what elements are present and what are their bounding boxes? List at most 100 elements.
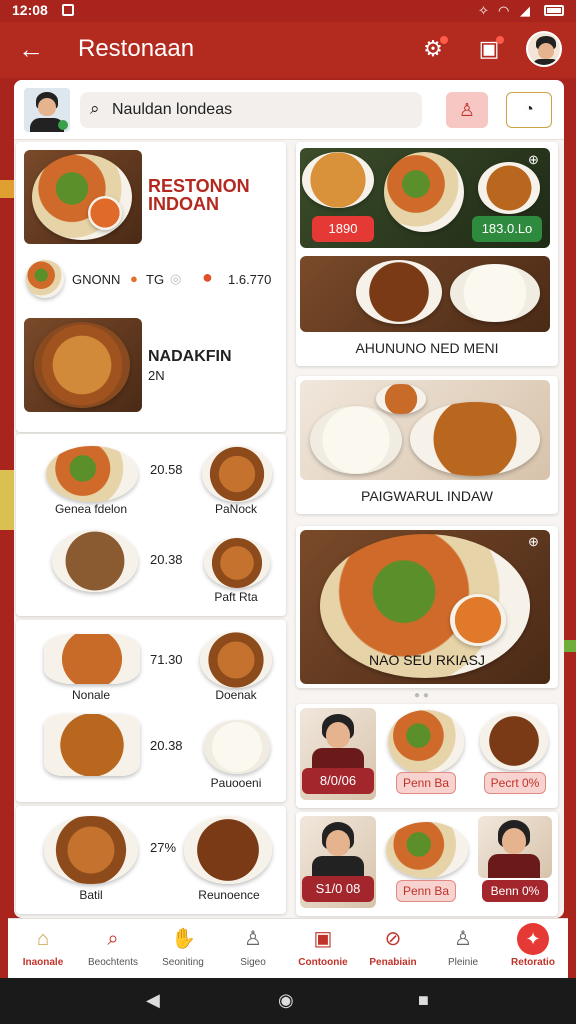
bottom-nav: ⌂ Inaonale ⌕ Beochtents ✋ Seoniting ♙ Si…	[8, 918, 568, 978]
page-title: Restonaan	[78, 35, 195, 62]
menu-card-3[interactable]: ⊕ NAO SEU RKIASJ	[296, 526, 558, 688]
dish-label: Doenak	[215, 688, 257, 702]
fire-icon: ●	[130, 271, 138, 286]
recents-icon[interactable]: ■	[418, 990, 429, 1011]
back-arrow-icon[interactable]: ←	[18, 34, 44, 64]
meta-value: 1.6.770	[228, 272, 272, 287]
dish-image[interactable]	[44, 816, 138, 884]
small-card-badge[interactable]: Penn Ba	[396, 772, 456, 794]
dish-image[interactable]	[44, 634, 140, 684]
dish-label: Genea fdelon	[54, 502, 128, 516]
nav-label: Contoonie	[298, 957, 348, 968]
menu-card-2[interactable]: PAIGWARUL INDAW	[296, 376, 558, 514]
battery-icon	[544, 5, 564, 16]
search-icon: ⌕	[107, 928, 119, 950]
nav-item-home[interactable]: ⌂ Inaonale	[8, 919, 78, 979]
search-input[interactable]	[112, 98, 412, 122]
chili-icon: ●	[202, 267, 213, 287]
dish-image[interactable]	[388, 710, 464, 774]
nav-label: Retoratio	[511, 957, 555, 968]
nav-item-pleinie[interactable]: ♙ Pleinie	[428, 919, 498, 979]
notification-icon	[62, 4, 74, 16]
dish-label: Reunoence	[198, 888, 260, 902]
dish-label: PaNock	[214, 502, 258, 516]
dish-image[interactable]	[204, 538, 270, 588]
home-circle-icon[interactable]: ◉	[278, 990, 294, 1011]
menu-photo	[300, 256, 550, 332]
hand-icon: ✋	[171, 928, 196, 950]
menu-card-title: NAO SEU RKIASJ	[369, 652, 485, 668]
dish-image[interactable]	[480, 712, 548, 770]
menu-card-1[interactable]: 1890 183.0.Lo ⊕ AHUNUNO NED MENI	[296, 142, 558, 366]
status-bar: 12:08 ✧ ◠ ◢	[0, 0, 576, 22]
small-card-badge[interactable]: 8/0/06	[302, 768, 374, 794]
meta-thumb	[26, 260, 64, 298]
small-cards-row-2: S1/0 08 Penn Ba Benn 0%	[296, 812, 558, 916]
dish-price: 20.38	[150, 738, 183, 753]
profile-avatar[interactable]	[526, 31, 562, 67]
dish-label: Pauooeni	[210, 776, 262, 790]
small-cards-row-1: 8/0/06 Penn Ba Pecrt 0%	[296, 704, 558, 808]
dish-price: 71.30	[150, 652, 183, 667]
search-box[interactable]: ⌕	[80, 92, 422, 128]
featured-panel[interactable]: RESTONON INDOAN GNONN ● TG ◎ ● 1.6.770 N…	[16, 142, 286, 432]
nav-item-search[interactable]: ⌕ Beochtents	[78, 919, 148, 979]
nav-item-seoniting[interactable]: ✋ Seoniting	[148, 919, 218, 979]
meta-name: GNONN	[72, 272, 121, 287]
small-card-badge[interactable]: Penn Ba	[396, 880, 456, 902]
dish-image[interactable]	[44, 714, 140, 776]
small-card-badge[interactable]: S1/0 08	[302, 876, 374, 902]
small-card-badge[interactable]: Benn 0%	[482, 880, 548, 902]
dish-image[interactable]	[52, 530, 138, 592]
grid-panel-2: 71.30 Nonale Doenak 20.38 Pauooeni	[16, 620, 286, 802]
carousel-dots[interactable]: ● ●	[414, 690, 429, 701]
status-time: 12:08	[12, 2, 48, 18]
featured-title-2: INDOAN	[148, 194, 219, 214]
chat-button[interactable]: ◔	[506, 92, 552, 128]
back-icon[interactable]: ◀	[146, 990, 160, 1011]
plate-icon: ✦	[517, 923, 549, 955]
user-avatar[interactable]	[24, 88, 70, 132]
menu-card-title: PAIGWARUL INDAW	[361, 488, 493, 504]
nav-item-penabiain[interactable]: ⊘ Penabiain	[358, 919, 428, 979]
dish-image[interactable]	[184, 816, 272, 884]
slash-circle-icon: ⊘	[384, 928, 402, 950]
dish-price: 20.38	[150, 552, 183, 567]
box-icon: ▣	[313, 928, 333, 950]
app-bar: ← Restonaan ⚙ ▣	[0, 22, 576, 78]
grid-panel-1: 20.58 Genea fdelon PaNock 20.38 Paft Rta	[16, 434, 286, 616]
small-card-badge[interactable]: Pecrt 0%	[484, 772, 546, 794]
search-row: ⌕ ♙ ◔	[14, 80, 564, 140]
person-icon: ♙	[454, 928, 472, 950]
signal-icon: ✧	[478, 3, 489, 18]
nav-item-sigeo[interactable]: ♙ Sigeo	[218, 919, 288, 979]
price-badge[interactable]: 1890	[312, 216, 374, 242]
staff-photo[interactable]	[478, 816, 552, 878]
system-nav-bar: ◀ ◉ ■	[0, 978, 576, 1024]
dish-image[interactable]	[200, 632, 272, 688]
dish-image[interactable]	[204, 720, 270, 774]
message-dot	[496, 36, 504, 44]
decor-stripe	[0, 470, 14, 530]
message-icon[interactable]: ▣	[474, 34, 504, 64]
dish-image[interactable]	[46, 446, 138, 502]
share-icon[interactable]: ⊕	[528, 534, 539, 550]
dish-price: 27%	[150, 840, 177, 855]
wifi-icon: ◠	[498, 3, 510, 18]
info-icon: ◎	[170, 271, 182, 286]
menu-photo	[300, 380, 550, 480]
settings-gear-icon[interactable]: ⚙	[418, 34, 448, 64]
dish-image[interactable]	[386, 822, 468, 878]
dish-label: Paft Rta	[214, 590, 258, 604]
nav-label: Penabiain	[369, 957, 417, 968]
nav-item-retoratio[interactable]: ✦ Retoratio	[498, 919, 568, 979]
nav-label: Seoniting	[162, 957, 204, 968]
share-icon[interactable]: ⊕	[528, 152, 539, 168]
price-badge[interactable]: 183.0.Lo	[472, 216, 542, 242]
dish-image[interactable]	[202, 446, 272, 502]
online-indicator	[58, 120, 68, 130]
user-button[interactable]: ♙	[446, 92, 488, 128]
nav-item-contoonie[interactable]: ▣ Contoonie	[288, 919, 358, 979]
grid-panel-3: 27% Batil Reunoence	[16, 806, 286, 914]
dish-label: Batil	[79, 888, 103, 902]
